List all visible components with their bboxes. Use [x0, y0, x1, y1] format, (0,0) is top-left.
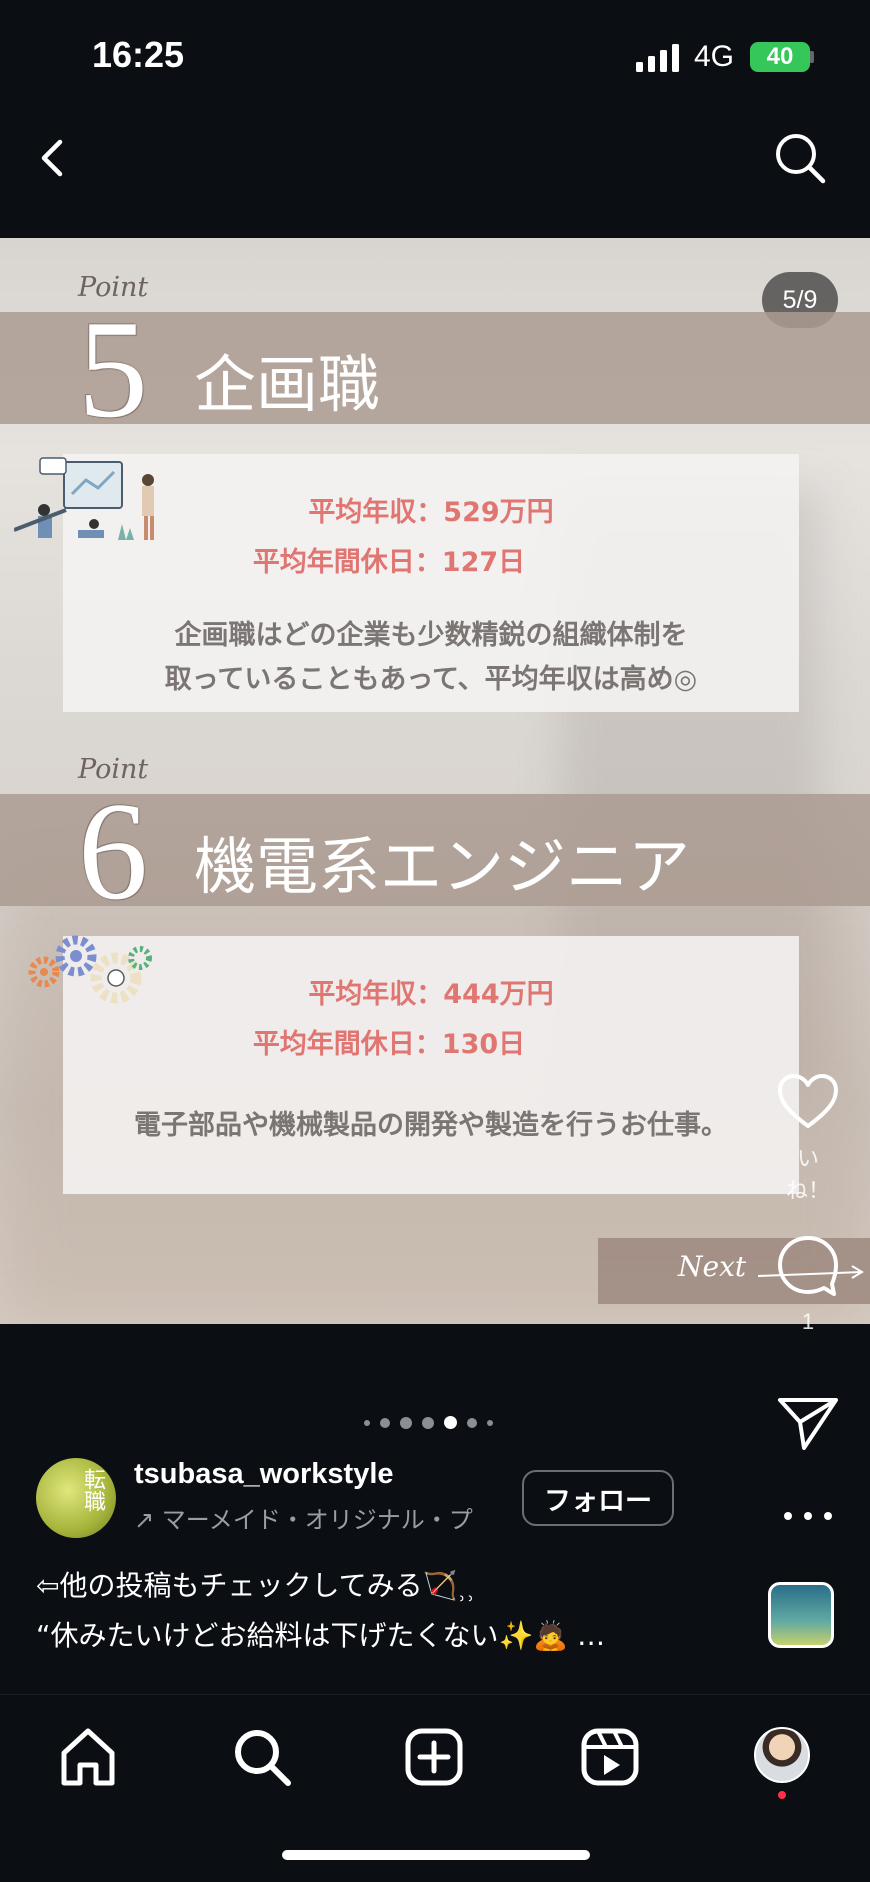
- more-dots-icon[interactable]: [776, 1506, 840, 1526]
- home-icon[interactable]: [56, 1725, 120, 1789]
- heart-icon[interactable]: [776, 1072, 840, 1130]
- paper-plane-icon[interactable]: [776, 1394, 840, 1452]
- signal-icon: [636, 44, 679, 72]
- post-carousel-slide[interactable]: 5/9 Point 5 企画職 平均年収：529万円 平均年間休日：127日 企…: [0, 238, 870, 1324]
- plus-square-icon[interactable]: [402, 1725, 466, 1789]
- caption-line[interactable]: “休みたいけどお給料は下げたくない✨🙇 …: [36, 1614, 736, 1654]
- average-salary: 平均年収：529万円: [308, 497, 554, 528]
- comment-icon[interactable]: [776, 1234, 840, 1298]
- follow-button[interactable]: フォロー: [522, 1470, 674, 1526]
- point-title: 企画職: [194, 348, 381, 421]
- like-label: いね！: [785, 1146, 830, 1203]
- point-title: 機電系エンジニア: [194, 830, 691, 903]
- author-avatar[interactable]: 転職: [36, 1458, 116, 1538]
- status-time: 16:25: [92, 34, 185, 75]
- description-line: 電子部品や機械製品の開発や製造を行うお仕事。: [134, 1110, 728, 1141]
- point-number: 6: [78, 774, 148, 929]
- info-card: 平均年収：444万円 平均年間休日：130日 電子部品や機械製品の開発や製造を行…: [63, 936, 799, 1194]
- music-arrow-icon: ↗: [134, 1506, 162, 1534]
- info-card: 平均年収：529万円 平均年間休日：127日 企画職はどの企業も少数精鋭の組織体…: [63, 454, 799, 712]
- carousel-dot: [380, 1417, 390, 1428]
- next-label: Next: [678, 1250, 747, 1283]
- carousel-dot: [422, 1416, 434, 1429]
- description-line: 取っていることもあって、平均年収は高め◎: [164, 664, 698, 695]
- comment-action[interactable]: 1: [776, 1234, 840, 1335]
- like-action[interactable]: いね！: [776, 1072, 840, 1205]
- caption-line[interactable]: ⇦他の投稿もチェックしてみる🏹⸒⸒: [36, 1564, 736, 1604]
- audio-thumbnail[interactable]: [768, 1582, 834, 1648]
- average-holidays: 平均年間休日：130日: [252, 1029, 526, 1060]
- notification-dot: [778, 1791, 786, 1799]
- search-icon[interactable]: [230, 1725, 294, 1789]
- search-icon[interactable]: [772, 130, 828, 186]
- avatar-text: 転職: [80, 1468, 105, 1512]
- point-number: 5: [78, 292, 148, 447]
- battery-icon: 40: [750, 42, 810, 72]
- music-track[interactable]: ↗ マーメイド・オリジナル・プ: [134, 1500, 494, 1535]
- carousel-dot-active: [444, 1416, 457, 1429]
- music-title: マーメイド・オリジナル・プ: [161, 1506, 473, 1534]
- average-salary: 平均年収：444万円: [308, 979, 554, 1010]
- reels-icon[interactable]: [578, 1725, 642, 1789]
- description-line: 企画職はどの企業も少数精鋭の組織体制を: [174, 620, 688, 651]
- battery-level: 40: [766, 43, 794, 70]
- home-indicator: [282, 1850, 590, 1860]
- gears-icon: [28, 935, 152, 1004]
- battery-cap: [810, 51, 814, 63]
- comment-count: 1: [801, 1309, 815, 1334]
- carousel-dot: [364, 1419, 370, 1426]
- author-username[interactable]: tsubasa_workstyle: [134, 1458, 394, 1491]
- profile-avatar[interactable]: [754, 1727, 810, 1783]
- back-arrow-icon[interactable]: [30, 130, 80, 186]
- planning-illustration-icon: [14, 457, 154, 540]
- carousel-indicator: [364, 1416, 493, 1429]
- network-type: 4G: [694, 40, 735, 73]
- status-bar: 16:25 4G 40: [0, 0, 870, 110]
- average-holidays: 平均年間休日：127日: [252, 547, 526, 578]
- carousel-dot: [467, 1417, 477, 1428]
- carousel-dot: [487, 1419, 493, 1426]
- carousel-dot: [400, 1416, 412, 1429]
